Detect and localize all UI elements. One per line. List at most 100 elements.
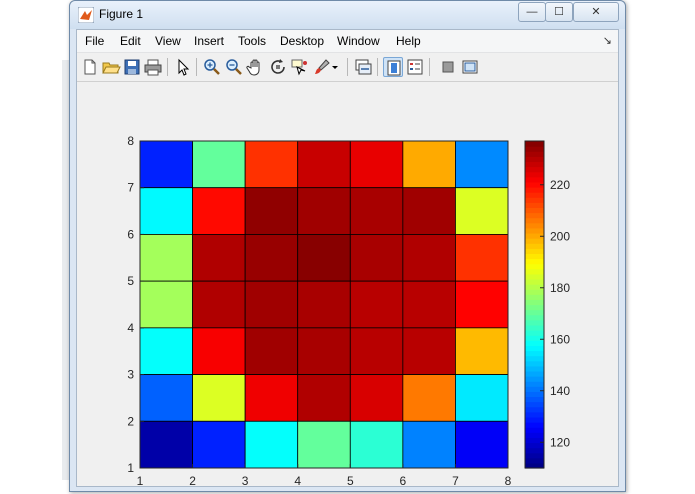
heatmap-cell [455,374,509,422]
colorbar-segment [525,427,544,433]
colorbar-segment [525,141,544,147]
colorbar-tick-label: 220 [550,178,570,192]
new-figure-icon[interactable] [80,57,100,77]
colorbar-segment [525,350,544,357]
hide-plot-tools-icon[interactable] [438,57,458,77]
colorbar-segment [525,396,544,403]
colorbar-tick-label: 160 [550,332,570,346]
heatmap-cell [192,234,246,282]
colorbar-segment [525,355,544,362]
insert-colorbar-icon[interactable] [383,57,403,77]
colorbar-segment [525,411,544,418]
toolbar-separator [196,58,197,76]
colorbar-segment [525,212,544,219]
colorbar-segment [525,284,544,290]
colorbar-segment [525,186,544,193]
heatmap-cell [192,374,246,422]
menu-overflow-icon[interactable]: ↘ [603,34,612,47]
colorbar-segment [525,335,544,341]
show-plot-tools-icon[interactable] [460,57,480,77]
heatmap-cell [455,140,509,189]
heatmap-cell [139,327,193,375]
colorbar-segment [525,340,544,346]
colorbar-segment [525,365,544,372]
colorbar-segment [525,442,544,449]
menu-desktop[interactable]: Desktop [280,34,324,48]
colorbar-segment [525,243,544,249]
open-file-icon[interactable] [101,57,121,77]
colorbar-segment [525,151,544,157]
insert-legend-icon[interactable] [405,57,425,77]
colorbar-segment [525,171,544,178]
colorbar-segment [525,324,544,331]
brush-icon[interactable] [312,57,332,77]
colorbar-segment [525,248,544,255]
data-cursor-icon[interactable] [290,57,310,77]
colorbar-segment [525,452,544,459]
zoom-in-icon[interactable] [202,57,222,77]
colorbar: 120 140 160 180 200 220 [524,140,570,469]
colorbar-segment [525,166,544,173]
heatmap-cell [139,187,193,235]
edit-plot-arrow-icon[interactable] [173,57,193,77]
y-tick-label: 8 [127,134,134,148]
print-icon[interactable] [143,57,163,77]
maximize-button[interactable]: ☐ [545,2,573,22]
heatmap-chart[interactable]: 1 2 3 4 5 6 7 8 1 2 3 4 5 6 7 8 120 140 160 180 200 220 [77,82,618,488]
heatmap-cell [455,187,509,235]
heatmap-cell [297,280,351,329]
menu-help[interactable]: Help [396,34,421,48]
heatmap-cell [402,327,456,375]
colorbar-segment [525,376,544,382]
colorbar-segment [525,360,544,367]
colorbar-segment [525,309,544,316]
brush-dropdown-icon[interactable] [330,57,340,77]
rotate-3d-icon[interactable] [268,57,288,77]
heatmap-cell [402,234,456,282]
menu-tools[interactable]: Tools [238,34,266,48]
colorbar-segment [525,330,544,336]
matlab-app-icon[interactable] [78,7,94,23]
heatmap-cell [349,420,404,469]
x-tick-label: 8 [505,474,512,486]
heatmap-cell [192,140,246,189]
window-title: Figure 1 [99,7,144,21]
heatmap-cell [402,187,456,235]
heatmap-cell [297,187,351,235]
title-bar[interactable]: Figure 1 — ☐ ✕ [70,1,625,29]
heatmap-cell [297,234,351,282]
heatmap-cell [192,280,246,329]
heatmap-cell [139,280,193,329]
zoom-out-icon[interactable] [224,57,244,77]
menu-window[interactable]: Window [337,34,380,48]
y-tick-label: 7 [127,181,134,195]
save-icon[interactable] [122,57,142,77]
y-tick-label: 5 [127,274,134,288]
menu-edit[interactable]: Edit [120,34,141,48]
colorbar-segment [525,227,544,234]
colorbar-segment [525,253,544,260]
x-tick-label: 4 [294,474,301,486]
link-plot-icon[interactable] [353,57,373,77]
heatmap-cell [349,280,404,329]
menu-insert[interactable]: Insert [194,34,224,48]
colorbar-segment [525,202,544,209]
colorbar-segment [525,238,544,244]
heatmap-cell [139,140,193,189]
colorbar-tick-label: 200 [550,229,570,243]
pan-hand-icon[interactable] [246,57,266,77]
heatmap-cell [244,327,299,375]
x-tick-label: 7 [452,474,459,486]
colorbar-segment [525,457,544,464]
close-button[interactable]: ✕ [573,2,619,22]
menu-view[interactable]: View [155,34,181,48]
colorbar-segment [525,268,544,275]
background-window [622,80,695,300]
y-tick-label: 6 [127,227,134,241]
minimize-button[interactable]: — [518,2,546,22]
toolbar-separator [167,58,168,76]
menu-file[interactable]: File [85,34,104,48]
colorbar-tick-label: 140 [550,384,570,398]
colorbar-segment [525,370,544,377]
heatmap-cell [349,327,404,375]
